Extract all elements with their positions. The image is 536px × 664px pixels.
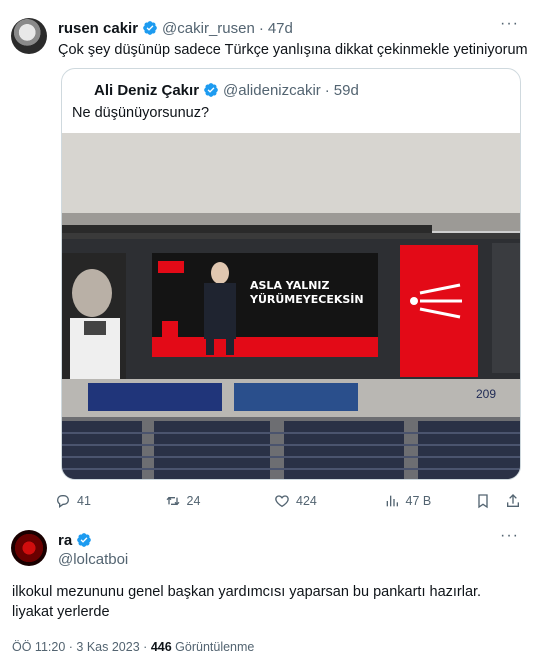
verified-badge-icon — [142, 20, 158, 36]
reply-button[interactable]: 41 — [55, 493, 165, 509]
views-button[interactable]: 47 B — [384, 493, 476, 509]
tweet-header: rusen cakir @cakir_rusen · 47d — [58, 18, 293, 38]
repost-icon — [165, 493, 187, 509]
quoted-tweet-card[interactable]: Ali Deniz Çakır @alidenizcakir · 59d Ne … — [61, 68, 521, 480]
like-count: 424 — [296, 494, 317, 508]
author-handle[interactable]: @cakir_rusen — [162, 20, 255, 37]
quote-text: Ne düşünüyorsunuz? — [72, 105, 210, 121]
bookmark-icon — [475, 493, 497, 509]
views-count: 47 B — [405, 494, 432, 508]
quote-age: 59d — [333, 81, 359, 99]
quote-author-name: Ali Deniz Çakır — [94, 81, 200, 99]
reply-date[interactable]: 3 Kas 2023 — [76, 640, 139, 654]
banner-slogan-line2: YÜRÜMEYECEKSİN — [250, 293, 364, 306]
views-chart-icon — [384, 493, 406, 509]
separator-dot: · — [324, 81, 330, 99]
reply-views-label: Görüntülenme — [175, 640, 255, 654]
reply-time[interactable]: ÖÖ 11:20 — [12, 640, 65, 654]
reply-views-count: 446 — [150, 640, 172, 654]
reply-author-handle[interactable]: @lolcatboi — [58, 551, 128, 568]
heart-icon — [274, 493, 296, 509]
share-icon — [505, 493, 527, 509]
author-name[interactable]: rusen cakir — [58, 20, 138, 37]
separator-dot: · — [258, 19, 264, 37]
reply-header-handle: @lolcatboi — [58, 550, 128, 568]
verified-badge-icon — [203, 82, 219, 98]
separator-dot: · — [143, 640, 148, 654]
tweet-text: Çok şey düşünüp sadece Türkçe yanlışına … — [58, 42, 528, 58]
reply-author-name[interactable]: ra — [58, 532, 72, 549]
repost-button[interactable]: 24 — [165, 493, 275, 509]
quote-author-handle: @alidenizcakir — [223, 81, 321, 99]
reply-author-avatar[interactable] — [11, 530, 47, 566]
banner-slogan-line1: ASLA YALNIZ — [250, 279, 330, 292]
quote-photo[interactable]: ASLA YALNIZ YÜRÜMEYECEKSİN 209 — [62, 133, 520, 479]
reply-header-name: ra — [58, 530, 96, 550]
reply-count: 41 — [77, 494, 91, 508]
bookmark-button[interactable] — [475, 493, 505, 509]
arena-counter: 209 — [476, 387, 497, 401]
repost-count: 24 — [186, 494, 201, 508]
reply-more-options-icon[interactable]: ··· — [500, 527, 519, 545]
more-options-icon[interactable]: ··· — [500, 15, 519, 33]
separator-dot: · — [68, 640, 73, 654]
like-button[interactable]: 424 — [274, 493, 384, 509]
tweet-actions: 41 24 424 47 B — [55, 488, 525, 514]
tweet-age[interactable]: 47d — [268, 20, 293, 37]
reply-text: ilkokul mezununu genel başkan yardımcısı… — [12, 584, 482, 620]
share-button[interactable] — [505, 493, 525, 509]
banner-slogan: ASLA YALNIZ YÜRÜMEYECEKSİN — [250, 279, 376, 307]
reply-icon — [55, 493, 77, 509]
author-avatar[interactable] — [11, 18, 47, 54]
verified-badge-icon — [76, 532, 92, 548]
quote-header: Ali Deniz Çakır @alidenizcakir · 59d — [94, 80, 359, 100]
reply-timestamp-row: ÖÖ 11:20 · 3 Kas 2023 · 446 Görüntülenme — [12, 640, 254, 654]
